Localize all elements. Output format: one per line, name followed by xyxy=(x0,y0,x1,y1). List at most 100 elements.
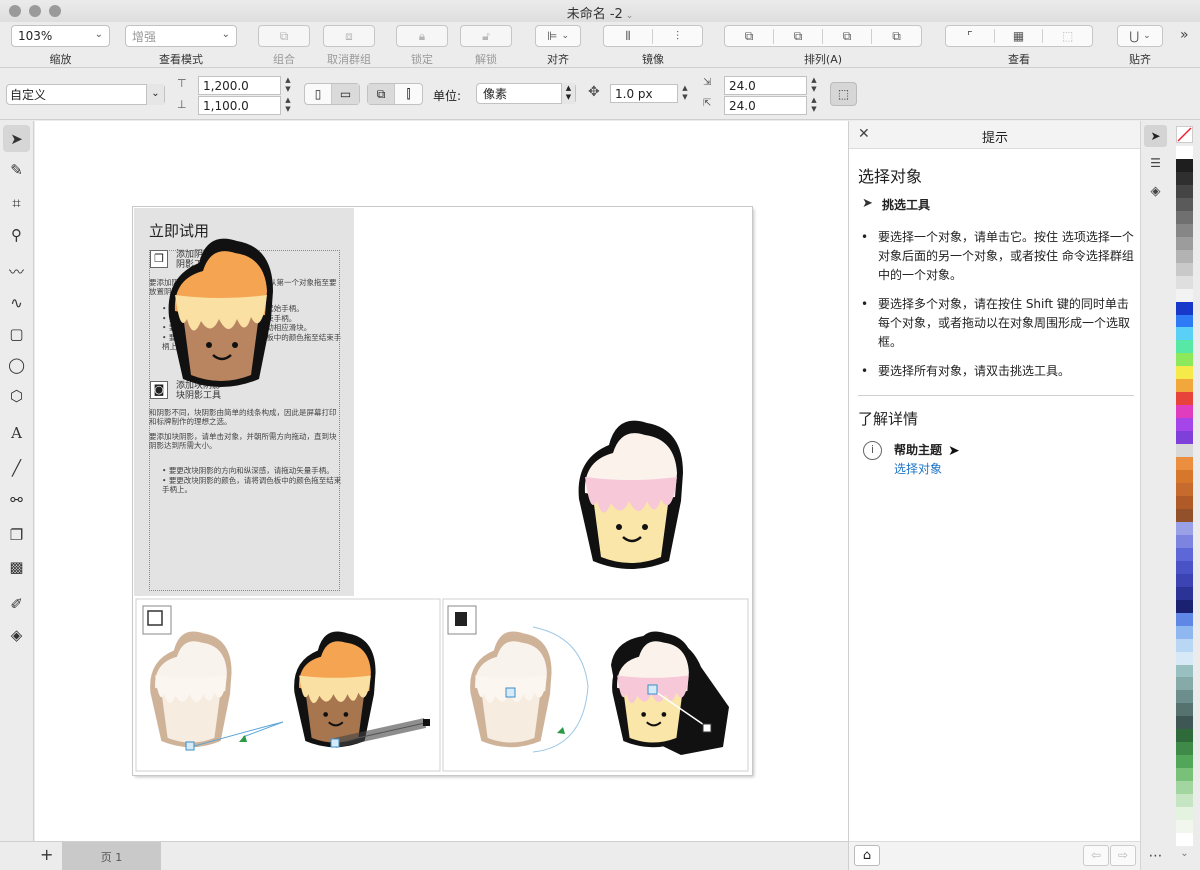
color-swatch[interactable] xyxy=(1176,781,1193,795)
to-back-icon[interactable]: ⧉ xyxy=(872,29,921,44)
nudge-input[interactable]: 1.0 px xyxy=(610,84,678,103)
color-swatch[interactable] xyxy=(1176,716,1193,730)
snap-button[interactable]: ⋃ ⌄ xyxy=(1117,25,1163,47)
nudge-stepper[interactable]: ▲ ▼ xyxy=(680,84,690,103)
height-stepper[interactable]: ▲ ▼ xyxy=(283,96,293,115)
lock-button[interactable]: 🔒︎ xyxy=(396,25,448,47)
cupcake-orange[interactable] xyxy=(168,238,273,387)
color-swatch[interactable] xyxy=(1176,392,1193,406)
current-page-icon[interactable]: ⫿ xyxy=(395,84,422,104)
color-swatch[interactable] xyxy=(1176,314,1193,328)
color-swatch[interactable] xyxy=(1176,431,1193,445)
color-swatch[interactable] xyxy=(1176,508,1193,522)
color-swatch[interactable] xyxy=(1176,405,1193,419)
cupcake-pink[interactable] xyxy=(578,420,683,569)
color-swatch[interactable] xyxy=(1176,366,1193,380)
bezier-tool-icon[interactable]: ∿ xyxy=(3,289,30,316)
color-swatch[interactable] xyxy=(1176,534,1193,548)
transparency-tool-icon[interactable]: ▩ xyxy=(3,553,30,580)
color-swatch[interactable] xyxy=(1176,340,1193,354)
eyedropper-tool-icon[interactable]: ✐ xyxy=(3,590,30,617)
color-swatch[interactable] xyxy=(1176,729,1193,743)
ellipse-tool-icon[interactable]: ◯ xyxy=(3,351,30,378)
color-swatch[interactable] xyxy=(1176,521,1193,535)
page-height-input[interactable]: 1,100.0 xyxy=(198,96,281,115)
color-swatch[interactable] xyxy=(1176,820,1193,834)
color-swatch[interactable] xyxy=(1176,586,1193,600)
double-chevron-right-icon[interactable]: » xyxy=(1180,27,1189,43)
treat-as-filled-icon[interactable]: ⬚ xyxy=(830,82,857,106)
pick-tool-icon[interactable]: ➤ xyxy=(3,125,30,152)
color-swatch[interactable] xyxy=(1176,146,1193,159)
properties-docker-icon[interactable]: ☰ xyxy=(1144,152,1167,174)
color-swatch[interactable] xyxy=(1176,171,1193,185)
back-one-icon[interactable]: ⧉ xyxy=(823,28,872,44)
duplicate-y-stepper[interactable]: ▲ ▼ xyxy=(809,96,819,115)
no-color-swatch[interactable] xyxy=(1176,126,1193,143)
units-select[interactable]: 像素 ▲ ▼ xyxy=(476,83,576,104)
align-button[interactable]: ⊫ ⌄ xyxy=(535,25,581,47)
drop-shadow-tool-icon[interactable]: ❐ xyxy=(3,521,30,548)
unlock-button[interactable]: 🔓︎ xyxy=(460,25,512,47)
forward-arrow-icon[interactable]: ⇨ xyxy=(1110,845,1136,866)
mirror-vertical-icon[interactable]: ⫶ xyxy=(653,29,702,44)
color-swatch[interactable] xyxy=(1176,184,1193,198)
color-swatch[interactable] xyxy=(1176,625,1193,639)
polygon-tool-icon[interactable]: ⬡ xyxy=(3,382,30,409)
color-swatch[interactable] xyxy=(1176,249,1193,263)
layers-docker-icon[interactable]: ◈ xyxy=(1144,181,1167,203)
color-swatch[interactable] xyxy=(1176,664,1193,678)
forward-one-icon[interactable]: ⧉ xyxy=(774,28,823,44)
color-swatch[interactable] xyxy=(1176,483,1193,497)
tab-page-1[interactable]: 页 1 xyxy=(62,842,161,870)
crop-tool-icon[interactable]: ⌗ xyxy=(3,189,30,216)
color-swatch[interactable] xyxy=(1176,210,1193,224)
guidelines-icon[interactable]: ⬚ xyxy=(1043,29,1092,43)
color-swatch[interactable] xyxy=(1176,197,1193,211)
portrait-icon[interactable]: ▯ xyxy=(305,84,332,104)
color-swatch[interactable] xyxy=(1176,288,1193,302)
rectangle-tool-icon[interactable]: ▢ xyxy=(3,320,30,347)
color-swatch[interactable] xyxy=(1176,470,1193,484)
color-swatch[interactable] xyxy=(1176,301,1193,315)
color-swatch[interactable] xyxy=(1176,547,1193,561)
view-mode-select[interactable]: 增强 ⌄ xyxy=(125,25,237,47)
line-tool-icon[interactable]: ╱ xyxy=(3,454,30,481)
home-icon[interactable]: ⌂ xyxy=(854,845,880,866)
color-swatch[interactable] xyxy=(1176,457,1193,471)
connector-tool-icon[interactable]: ⚯ xyxy=(3,486,30,513)
color-swatch[interactable] xyxy=(1176,833,1193,847)
color-swatch[interactable] xyxy=(1176,573,1193,587)
color-swatch[interactable] xyxy=(1176,677,1193,691)
mirror-horizontal-icon[interactable]: ⫴ xyxy=(604,28,654,44)
color-swatch[interactable] xyxy=(1176,223,1193,237)
back-arrow-icon[interactable]: ⇦ xyxy=(1083,845,1109,866)
color-swatch[interactable] xyxy=(1176,690,1193,704)
add-page-button[interactable]: + xyxy=(40,845,53,864)
fill-tool-icon[interactable]: ◈ xyxy=(3,621,30,648)
color-swatch[interactable] xyxy=(1176,327,1193,341)
palette-scroll-down-icon[interactable]: ⌄ xyxy=(1176,848,1193,862)
color-swatch[interactable] xyxy=(1176,807,1193,821)
color-swatch[interactable] xyxy=(1176,742,1193,756)
color-swatch[interactable] xyxy=(1176,703,1193,717)
all-pages-icon[interactable]: ⧉ xyxy=(368,84,395,104)
color-swatch[interactable] xyxy=(1176,612,1193,626)
color-swatch[interactable] xyxy=(1176,158,1193,172)
color-swatch[interactable] xyxy=(1176,444,1193,458)
zoom-tool-icon[interactable]: ⚲ xyxy=(3,221,30,248)
color-swatch[interactable] xyxy=(1176,275,1193,289)
color-swatch[interactable] xyxy=(1176,794,1193,808)
more-options-icon[interactable]: ⋯ xyxy=(1144,845,1167,867)
landscape-icon[interactable]: ▭ xyxy=(332,84,359,104)
color-swatch[interactable] xyxy=(1176,236,1193,250)
hints-docker-icon[interactable]: ➤ xyxy=(1144,125,1167,147)
freehand-tool-icon[interactable]: 〰 xyxy=(3,258,30,285)
color-swatch[interactable] xyxy=(1176,755,1193,769)
zoom-select[interactable]: 103% ⌄ xyxy=(11,25,110,47)
color-swatch[interactable] xyxy=(1176,560,1193,574)
group-button[interactable]: ⧉ xyxy=(258,25,310,47)
color-swatch[interactable] xyxy=(1176,418,1193,432)
color-swatch[interactable] xyxy=(1176,638,1193,652)
color-swatch[interactable] xyxy=(1176,262,1193,276)
